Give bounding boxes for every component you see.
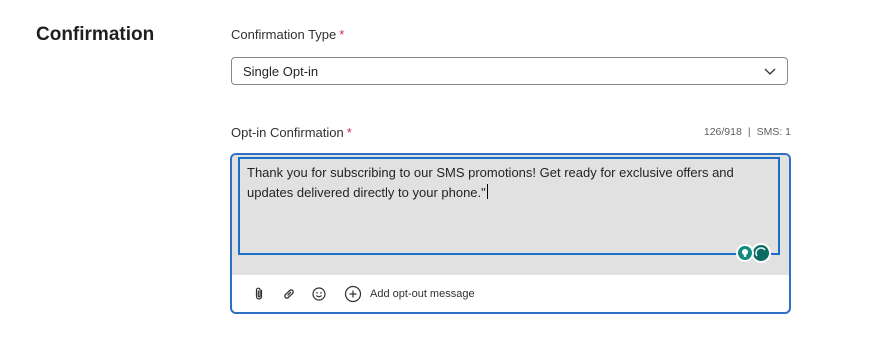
section-title: Confirmation [36,24,155,45]
editor-toolbar: Add opt-out message [232,275,789,312]
paperclip-icon[interactable] [250,285,268,303]
character-counter: 126/918 | SMS: 1 [704,126,791,138]
add-optout-label: Add opt-out message [370,287,475,300]
sms-count: SMS: 1 [756,126,791,138]
confirmation-type-label: Confirmation Type * [231,27,344,42]
counter-separator: | [747,126,751,138]
confirmation-type-label-text: Confirmation Type [231,27,337,42]
link-icon[interactable] [280,285,298,303]
optin-confirmation-label: Opt-in Confirmation * [231,125,352,140]
message-textarea[interactable]: Thank you for subscribing to our SMS pro… [232,155,789,275]
add-circle-icon [344,285,362,302]
required-marker: * [346,125,352,140]
writing-assistant[interactable] [736,243,771,263]
required-marker: * [339,27,345,42]
add-optout-button[interactable]: Add opt-out message [344,285,475,303]
emoji-icon[interactable] [310,285,328,303]
chevron-down-icon [764,68,776,75]
message-content: Thank you for subscribing to our SMS pro… [247,165,734,200]
text-caret [486,184,488,199]
confirmation-type-value: Single Opt-in [243,63,319,79]
char-count: 126/918 [703,126,742,138]
assistant-avatar-icon[interactable] [751,243,771,263]
optin-confirmation-label-text: Opt-in Confirmation [231,125,344,140]
assistant-bulb-icon[interactable] [736,244,754,262]
message-text[interactable]: Thank you for subscribing to our SMS pro… [247,163,757,203]
optin-message-editor: Thank you for subscribing to our SMS pro… [230,153,791,314]
confirmation-type-select[interactable]: Single Opt-in [231,57,788,85]
